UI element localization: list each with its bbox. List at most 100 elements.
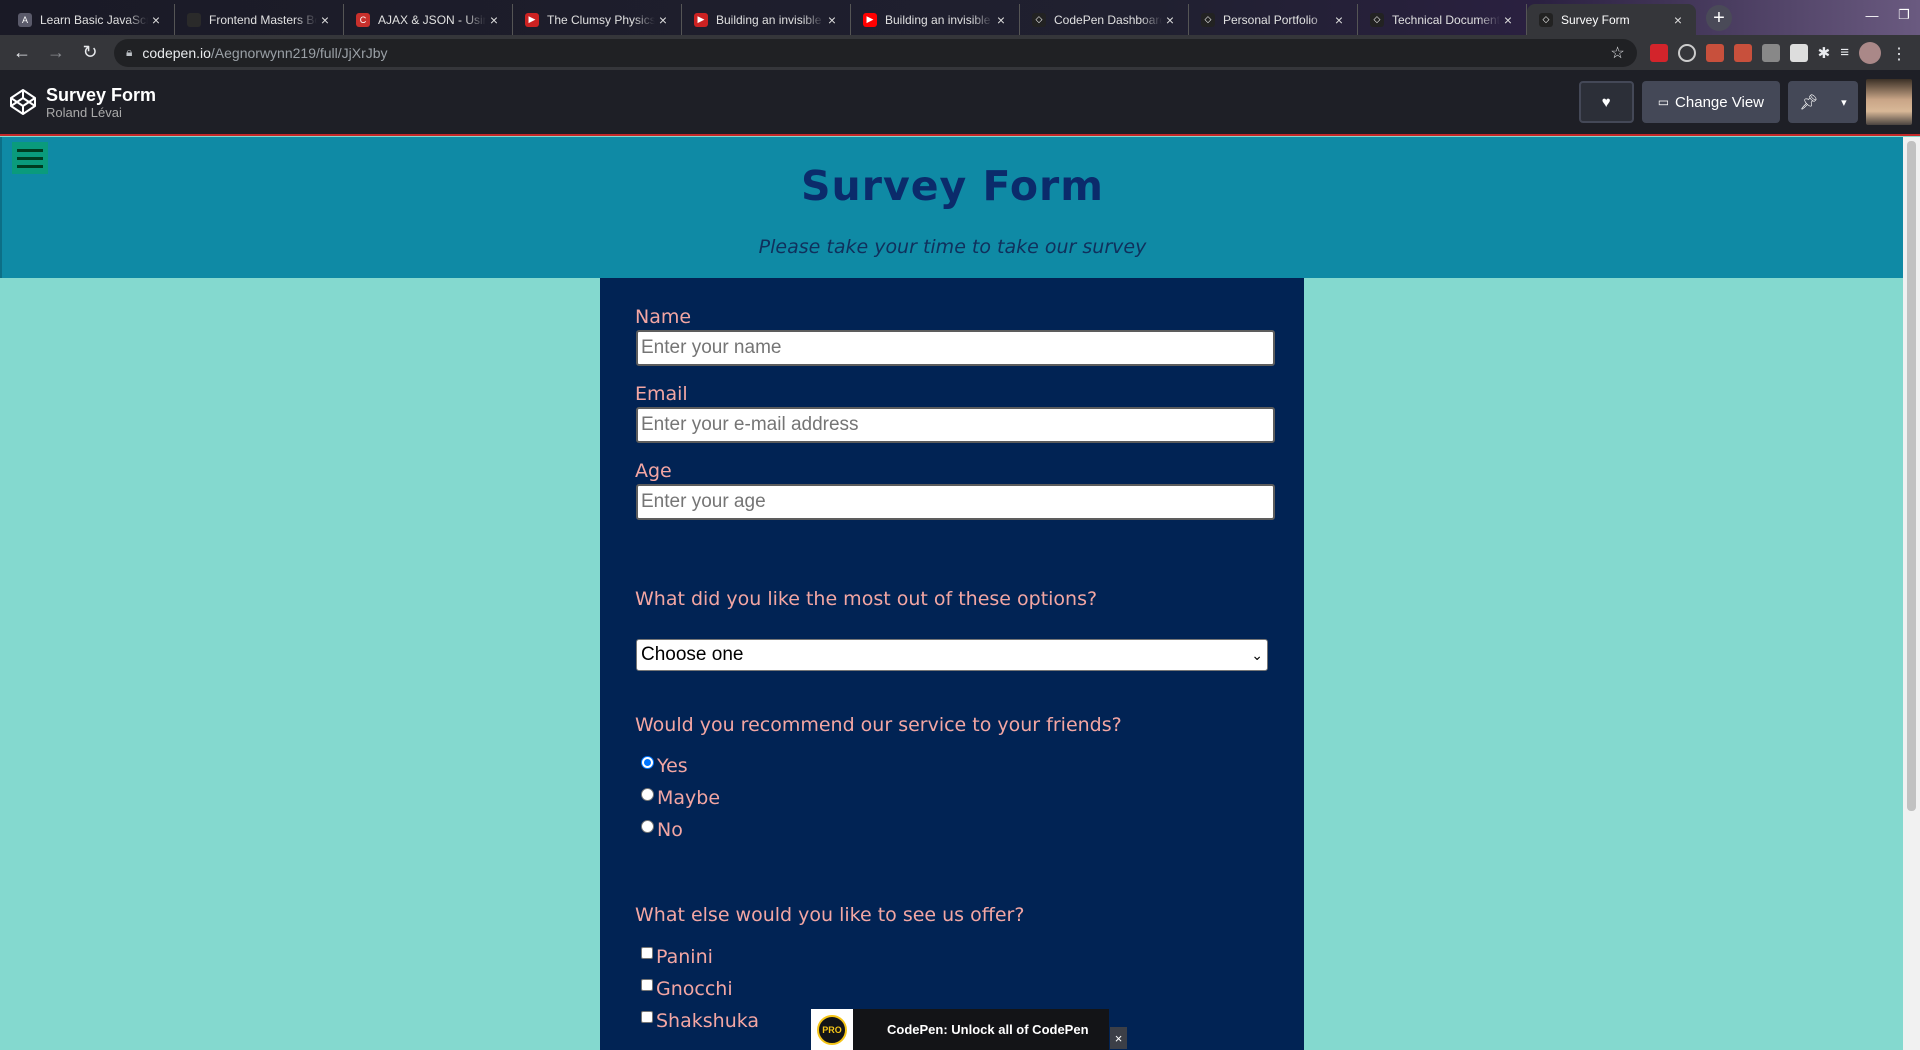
tab-title: Personal Portfolio: [1223, 12, 1318, 27]
chevron-down-icon: ⌄: [1251, 646, 1263, 663]
tab-title: Building an invisible: [885, 12, 991, 27]
extensions-area: ✱ ≡ ⋮: [1645, 41, 1912, 64]
tab-close-icon[interactable]: ×: [655, 12, 671, 28]
checkbox[interactable]: [641, 947, 653, 959]
reload-icon[interactable]: ↻: [76, 39, 104, 67]
tab-close-icon[interactable]: ×: [993, 12, 1009, 28]
checkbox[interactable]: [641, 979, 653, 991]
browser-tab[interactable]: ◇ CodePen Dashboard ×: [1020, 4, 1189, 35]
tab-favicon-icon: [187, 12, 201, 27]
layout-icon: ▭: [1657, 95, 1670, 109]
new-tab-button[interactable]: +: [1706, 5, 1732, 31]
radio-option-no[interactable]: No: [641, 819, 683, 841]
extension-icon[interactable]: [1761, 43, 1780, 62]
pen-title: Survey Form: [46, 84, 157, 105]
like-dropdown[interactable]: Choose one ⌄: [636, 639, 1268, 671]
page-scrollbar[interactable]: [1903, 137, 1920, 1050]
codepen-favicon-icon: ◇: [1201, 12, 1215, 27]
checkbox-option-panini[interactable]: Panini: [641, 946, 713, 968]
browser-tab-strip: A Learn Basic JavaScript × Frontend Mast…: [0, 0, 1920, 35]
tab-close-icon[interactable]: ×: [148, 12, 164, 28]
header-actions: ♥ ▭ Change View 📌︎ ▾: [1571, 79, 1912, 125]
browser-tab[interactable]: ◇ Technical Document ×: [1358, 4, 1527, 35]
pro-badge: PRO: [811, 1009, 853, 1050]
checkbox-option-shakshuka[interactable]: Shakshuka: [641, 1010, 759, 1032]
checkbox-label: Gnocchi: [656, 978, 733, 1000]
extension-icon[interactable]: [1705, 43, 1724, 62]
tab-close-icon[interactable]: ×: [1500, 12, 1516, 28]
tab-title: AJAX & JSON - Using: [378, 12, 486, 27]
reading-list-icon[interactable]: ≡: [1840, 44, 1849, 62]
tab-close-icon[interactable]: ×: [317, 12, 333, 28]
tab-favicon-icon: C: [356, 12, 370, 27]
bookmark-star-icon[interactable]: ☆: [1610, 43, 1624, 63]
window-controls: — ❐: [1856, 0, 1920, 30]
extension-icon[interactable]: [1789, 43, 1808, 62]
radio-option-maybe[interactable]: Maybe: [641, 787, 720, 809]
age-input[interactable]: [636, 484, 1275, 520]
minimize-icon[interactable]: —: [1856, 0, 1888, 30]
tab-title: The Clumsy Physics: [547, 12, 655, 27]
forward-icon[interactable]: →: [42, 39, 70, 67]
browser-tab-active[interactable]: ◇ Survey Form ×: [1527, 4, 1696, 35]
tab-close-icon[interactable]: ×: [486, 12, 502, 28]
browser-tab[interactable]: ▶ The Clumsy Physics ×: [513, 4, 682, 35]
browser-menu-icon[interactable]: ⋮: [1891, 44, 1907, 63]
browser-tab[interactable]: ▶ Building an invisible ×: [682, 4, 851, 35]
browser-tab[interactable]: A Learn Basic JavaScript ×: [6, 4, 175, 35]
tab-close-icon[interactable]: ×: [824, 12, 840, 28]
restore-icon[interactable]: ❐: [1888, 0, 1920, 30]
name-input[interactable]: [636, 330, 1275, 366]
address-bar[interactable]: 🔒︎ codepen.io/Aegnorwynn219/full/JjXrJby…: [114, 38, 1637, 67]
codepen-logo-icon[interactable]: [8, 87, 38, 117]
pin-button[interactable]: 📌︎ ▾: [1788, 81, 1858, 123]
extensions-puzzle-icon[interactable]: ✱: [1818, 44, 1831, 62]
radio-label: No: [657, 819, 683, 841]
promo-text: CodePen: Unlock all of CodePen: [887, 1022, 1089, 1037]
promo-close-icon[interactable]: ×: [1110, 1027, 1127, 1049]
change-view-button[interactable]: ▭ Change View: [1641, 81, 1780, 123]
like-button[interactable]: ♥: [1578, 81, 1634, 123]
dropdown-value: Choose one: [641, 644, 744, 665]
age-label: Age: [635, 460, 672, 482]
offer-question: What else would you like to see us offer…: [635, 904, 1025, 926]
radio-button[interactable]: [641, 787, 654, 801]
scrollbar-thumb[interactable]: [1907, 141, 1916, 811]
checkbox[interactable]: [641, 1011, 653, 1023]
tab-title: Technical Document: [1392, 12, 1500, 27]
radio-option-yes[interactable]: Yes: [641, 755, 688, 777]
survey-form: Name Email Age What did you like the mos…: [600, 278, 1304, 1050]
radio-label: Yes: [657, 755, 688, 777]
profile-avatar[interactable]: [1859, 41, 1881, 64]
name-label: Name: [635, 306, 692, 328]
tab-close-icon[interactable]: ×: [1162, 12, 1178, 28]
chevron-down-icon[interactable]: ▾: [1841, 96, 1847, 109]
browser-tab[interactable]: ▶ Building an invisible ×: [851, 4, 1020, 35]
tab-close-icon[interactable]: ×: [1670, 12, 1686, 28]
adblock-extension-icon[interactable]: [1649, 43, 1668, 62]
pro-promo-banner[interactable]: PRO CodePen: Unlock all of CodePen: [811, 1009, 1109, 1050]
email-label: Email: [635, 383, 688, 405]
browser-tab[interactable]: ◇ Personal Portfolio ×: [1189, 4, 1358, 35]
pen-extension-icon[interactable]: [1677, 43, 1696, 62]
radio-button[interactable]: [641, 819, 654, 833]
youtube-favicon-icon: ▶: [694, 12, 708, 27]
browser-toolbar: ← → ↻ 🔒︎ codepen.io/Aegnorwynn219/full/J…: [0, 35, 1920, 70]
radio-button[interactable]: [641, 755, 654, 769]
lock-icon: 🔒︎: [126, 45, 133, 59]
pen-preview: Survey Form Please take your time to tak…: [0, 137, 1903, 1050]
extension-icon[interactable]: [1733, 43, 1752, 62]
browser-tab[interactable]: Frontend Masters Boo ×: [175, 4, 344, 35]
email-input[interactable]: [636, 407, 1275, 443]
tab-close-icon[interactable]: ×: [1331, 12, 1347, 28]
url-path: /Aegnorwynn219/full/JjXrJby: [210, 44, 388, 61]
checkbox-option-gnocchi[interactable]: Gnocchi: [641, 978, 733, 1000]
youtube-favicon-icon: ▶: [863, 12, 877, 27]
browser-tab[interactable]: C AJAX & JSON - Using ×: [344, 4, 513, 35]
back-icon[interactable]: ←: [8, 39, 36, 67]
pen-author[interactable]: Roland Lévai: [46, 105, 156, 120]
user-avatar[interactable]: [1866, 79, 1912, 125]
url-host: codepen.io: [142, 44, 211, 61]
tab-title: CodePen Dashboard: [1054, 12, 1162, 27]
pen-info: Survey Form Roland Lévai: [46, 85, 156, 120]
